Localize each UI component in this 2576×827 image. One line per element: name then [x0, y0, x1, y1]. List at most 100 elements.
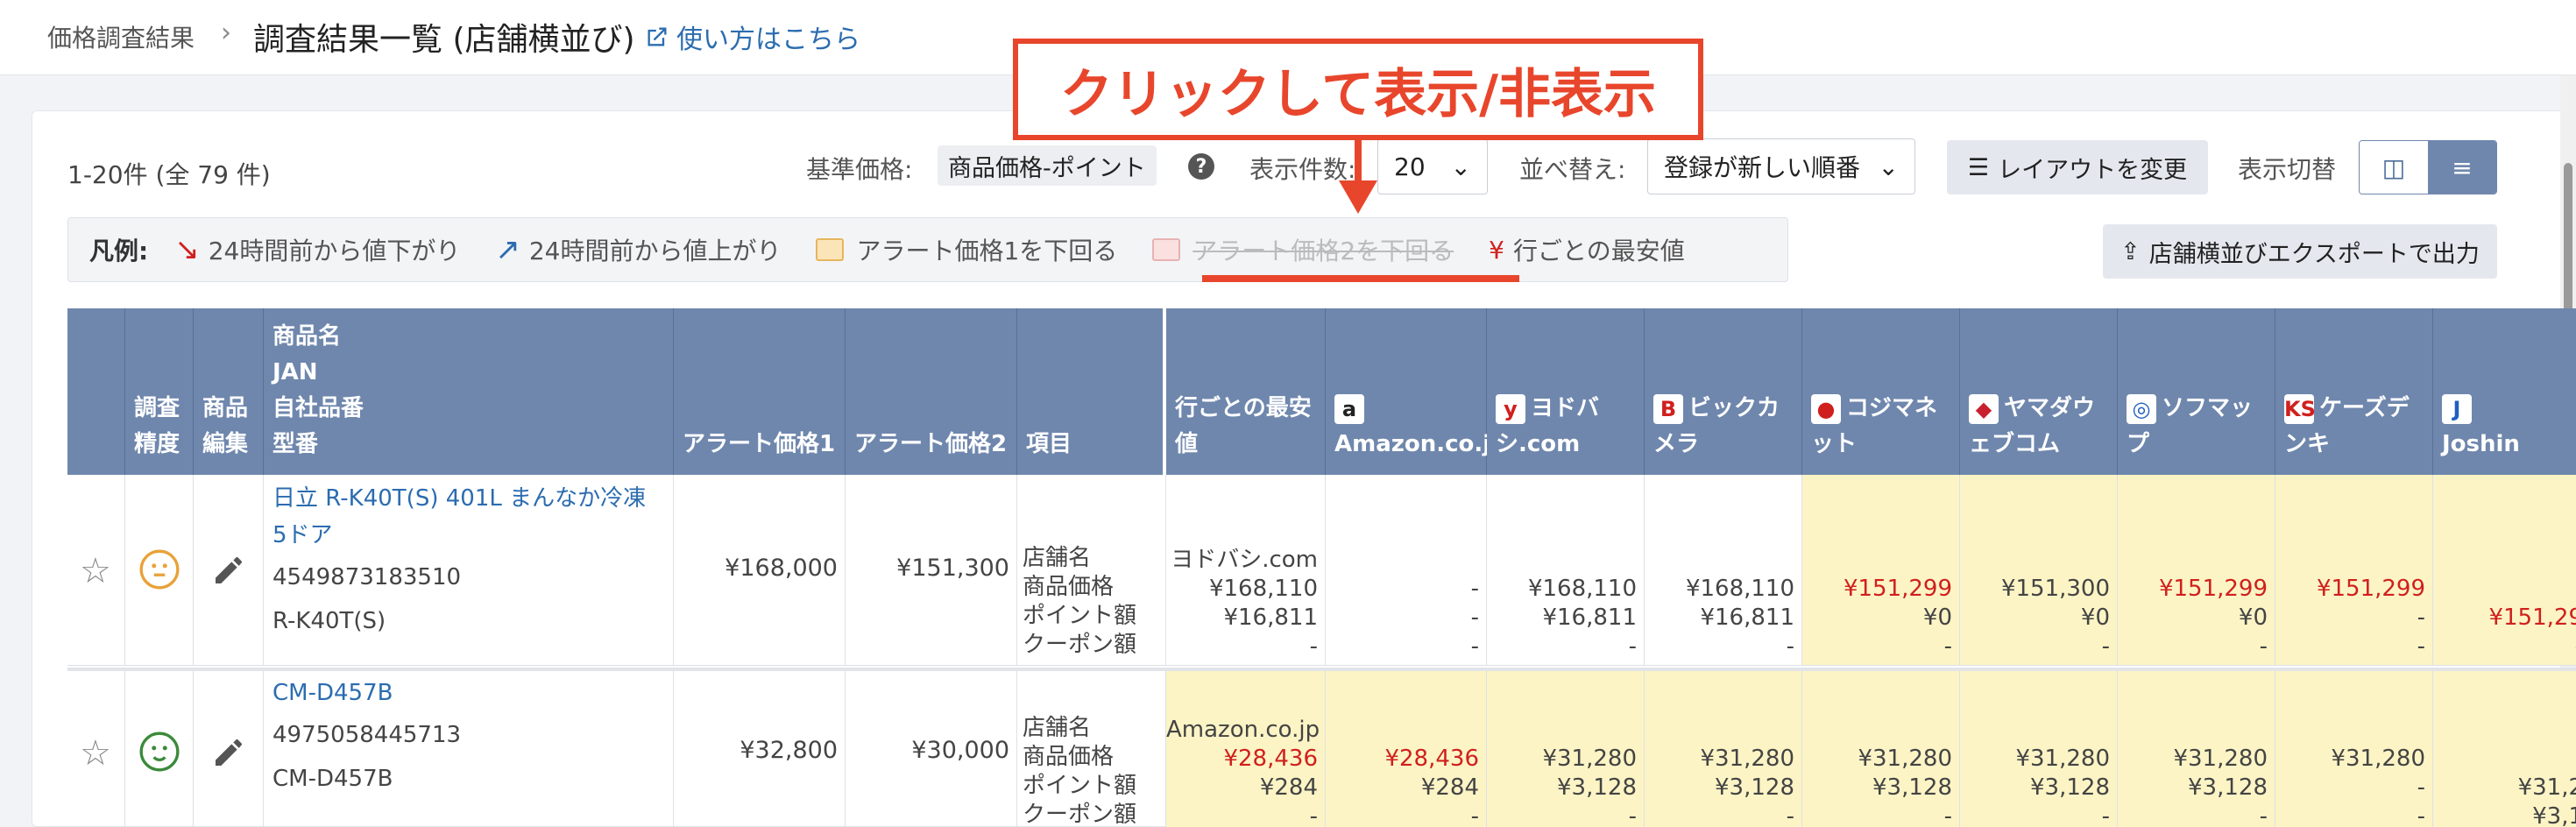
col-store-header[interactable]: ● コジマネ ット	[1802, 308, 1960, 475]
layout-button[interactable]: ☰ レイアウトを変更	[1947, 140, 2208, 194]
alert1-value: ¥168,000	[725, 555, 838, 582]
upload-icon: ⇪	[2120, 237, 2141, 265]
store-price-value: ¥31,280	[2331, 746, 2425, 772]
item-label-cell: 店舗名 商品価格 ポイント額 クーポン額	[1017, 669, 1166, 827]
store-price-value: ¥151,299	[2158, 576, 2268, 602]
callout-arrow-head	[1339, 180, 1377, 214]
help-link[interactable]: 使い方はこちら	[645, 18, 860, 56]
sort-value: 登録が新しい順番	[1664, 153, 1861, 182]
help-icon[interactable]: ?	[1188, 153, 1214, 180]
store-price-cell: ¥168,110 ¥16,811-	[1487, 475, 1645, 666]
store-price-value: -	[2417, 803, 2425, 827]
alert2-cell: ¥151,300	[846, 475, 1017, 666]
col-store-header[interactable]: B ビックカ メラ	[1645, 308, 1802, 475]
alert1-cell: ¥32,800	[674, 669, 846, 827]
col-item-header: 項目	[1017, 308, 1166, 475]
store-price-value: ¥16,811	[1542, 604, 1637, 631]
store-price-value: ¥168,110	[1527, 576, 1637, 602]
store-logo-icon: a	[1334, 393, 1364, 424]
store-price-value: ¥31,280	[1542, 746, 1637, 772]
store-price-value: ¥151,29	[2488, 604, 2576, 631]
product-name-link[interactable]: CM-D457B	[272, 675, 664, 711]
smile-face-icon	[139, 732, 180, 772]
list-view-icon[interactable]: ≡	[2428, 141, 2496, 194]
lowest-value: ¥168,110	[1208, 576, 1318, 602]
split-view-icon[interactable]: ◫	[2360, 141, 2428, 194]
export-button[interactable]: ⇪ 店舗横並びエクスポートで出力	[2103, 224, 2497, 279]
legend-alert2-toggle[interactable]: アラート価格2を下回る	[1152, 232, 1454, 267]
header-line: 編集	[202, 431, 249, 457]
product-cell: 日立 R-K40T(S) 401L まんなか冷凍 5ドア 4549873183510…	[264, 475, 674, 666]
store-logo-icon: ●	[1811, 393, 1841, 424]
store-logo-icon: ◆	[1969, 393, 1999, 424]
store-price-cell: ¥31,2 ¥3,1	[2433, 669, 2576, 827]
store-logo-icon: ◎	[2127, 393, 2156, 424]
page-title: 調査結果一覧 (店舗横並び)	[253, 22, 635, 58]
lowest-value: ヨドバシ.com	[1171, 547, 1318, 573]
legend-label: アラート価格1を下回る	[856, 237, 1118, 265]
product-cell: CM-D457B 4975058445713 CM-D457B	[264, 669, 674, 827]
store-price-value: -	[1628, 633, 1637, 660]
legend-label: 行ごとの最安値	[1512, 237, 1685, 265]
col-store-header[interactable]: ◎ ソフマップ	[2118, 308, 2275, 475]
sliders-icon: ☰	[1967, 153, 1990, 181]
pencil-icon[interactable]	[211, 553, 246, 588]
header-line: 行ごとの最安	[1175, 395, 1312, 421]
col-product-header[interactable]: 商品名 JAN 自社品番 型番	[264, 308, 674, 475]
col-alert2-header[interactable]: アラート価格2	[846, 308, 1017, 475]
store-price-value: -	[2433, 633, 2576, 661]
legend-price-down: ↘ 24時間前から値下がり	[174, 232, 460, 267]
header-line: 商品名	[272, 323, 342, 350]
col-store-header[interactable]: y ヨドバ シ.com	[1487, 308, 1645, 475]
yen-icon: ¥	[1489, 235, 1504, 265]
header-line: メラ	[1653, 431, 1700, 457]
base-price-chip[interactable]: 商品価格-ポイント	[938, 145, 1157, 186]
row-label: クーポン額	[1023, 632, 1137, 658]
alert1-cell: ¥168,000	[674, 475, 846, 666]
col-store-header[interactable]: a Amazon.co.jp	[1326, 308, 1507, 475]
star-cell: ☆	[67, 475, 125, 666]
row-label: ポイント額	[1023, 603, 1137, 629]
store-price-cell: ¥31,280 ¥3,128-	[1960, 669, 2118, 827]
callout-arrow	[1355, 140, 1362, 184]
model-number: CM-D457B	[272, 766, 393, 792]
sort-select[interactable]: 登録が新しい順番 ⌄	[1647, 138, 1915, 194]
legend-alert1-toggle[interactable]: アラート価格1を下回る	[816, 232, 1117, 267]
lowest-value: -	[1309, 803, 1318, 827]
jan-code: 4975058445713	[272, 722, 462, 748]
store-price-value: ¥3,128	[2188, 774, 2268, 801]
col-store-header[interactable]: KS ケーズデ ンキ	[2275, 308, 2433, 475]
col-store-header[interactable]: J Joshin	[2433, 308, 2576, 475]
per-page-select[interactable]: 20 ⌄	[1377, 138, 1488, 194]
row-label: 商品価格	[1023, 744, 1115, 770]
store-price-value: ¥3,128	[2030, 774, 2110, 801]
breadcrumb-parent[interactable]: 価格調査結果	[47, 19, 195, 54]
star-icon[interactable]: ☆	[80, 551, 111, 591]
store-price-cell: ---	[1326, 475, 1487, 666]
header-line: ソフマッ	[2162, 395, 2254, 421]
alert2-value: ¥30,000	[911, 737, 1009, 764]
store-price-value: ¥3,128	[1557, 774, 1637, 801]
item-label-cell: 店舗名 商品価格 ポイント額 クーポン額	[1017, 475, 1166, 666]
store-price-value: ¥31,280	[1700, 746, 1794, 772]
col-store-header[interactable]: ◆ ヤマダウ ェブコム	[1960, 308, 2118, 475]
store-logo-icon: y	[1496, 393, 1525, 424]
star-icon[interactable]: ☆	[80, 733, 111, 774]
pencil-icon[interactable]	[211, 735, 246, 770]
col-lowest-header[interactable]: 行ごとの最安値	[1166, 308, 1326, 475]
store-price-value: ¥3,128	[1715, 774, 1794, 801]
store-price-cell: ¥31,280- -	[2275, 669, 2433, 827]
store-price-value: -	[1470, 633, 1479, 660]
chevron-down-icon: ⌄	[1878, 152, 1899, 181]
legend-price-up: ↗ 24時間前から値上がり	[495, 232, 781, 267]
store-price-value: -	[2417, 774, 2425, 801]
product-name-link[interactable]: 日立 R-K40T(S) 401L まんなか冷凍 5ドア	[272, 480, 664, 554]
col-alert1-header[interactable]: アラート価格1	[674, 308, 846, 475]
store-logo-icon: J	[2442, 393, 2472, 424]
store-price-cell: ¥28,436 ¥284-	[1326, 669, 1487, 827]
header-line: ンキ	[2284, 431, 2331, 457]
view-toggle[interactable]: ◫ ≡	[2359, 140, 2497, 194]
accuracy-cell	[125, 475, 194, 666]
store-price-value: ¥284	[1420, 774, 1479, 801]
store-price-value: ¥3,128	[1872, 774, 1952, 801]
